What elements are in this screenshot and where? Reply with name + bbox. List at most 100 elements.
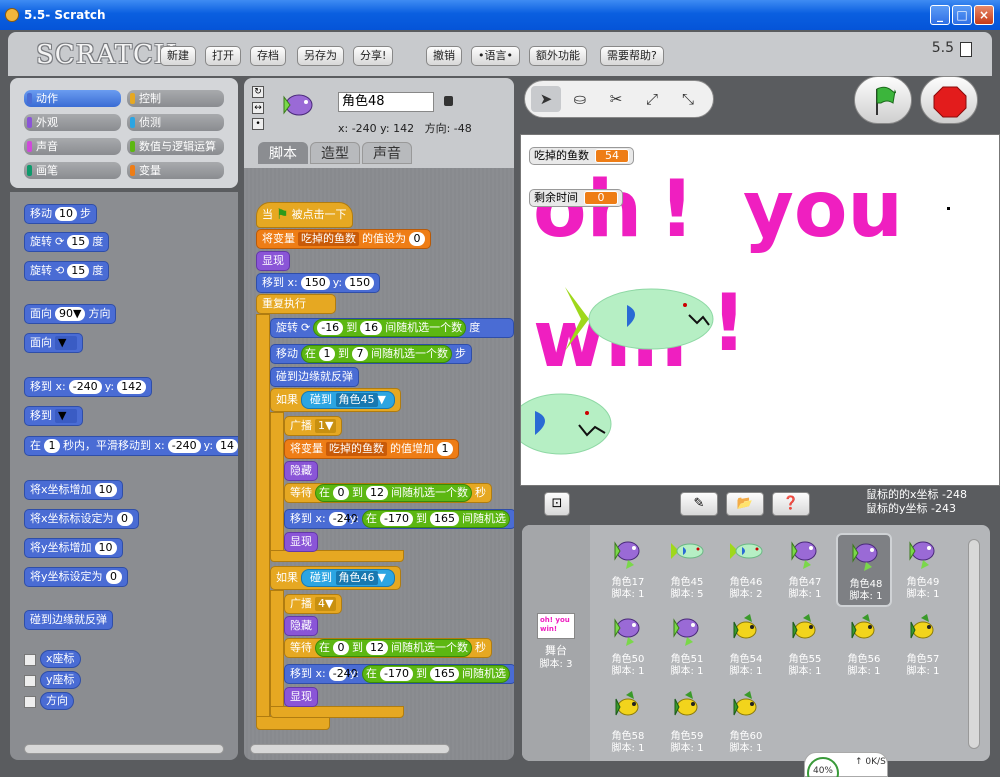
sprite-thumb-角色51[interactable]: 角色51 脚本: 1 <box>659 610 715 684</box>
maximize-button[interactable]: □ <box>952 5 972 25</box>
stop-button[interactable] <box>920 76 978 124</box>
stage[interactable]: oh ! you win ! 吃掉的鱼数54 剩余时间0 <box>520 134 1000 486</box>
category-variables[interactable]: 变量 <box>127 162 224 179</box>
block-bounce-script[interactable]: 碰到边缘就反弹 <box>270 367 359 387</box>
block-move[interactable]: 移动 10 步 <box>24 204 97 224</box>
block-hide-2[interactable]: 隐藏 <box>284 616 318 636</box>
block-turn-random[interactable]: 旋转 ⟳ -16 到 16 间随机选一个数度 <box>270 318 514 338</box>
palette-horizontal-scrollbar[interactable] <box>24 744 224 754</box>
sprite-thumb-角色45[interactable]: 角色45 脚本: 5 <box>659 533 715 607</box>
block-show-1[interactable]: 显现 <box>284 532 318 552</box>
block-change-y[interactable]: 将y坐标增加 10 <box>24 538 123 558</box>
block-goto-random-1[interactable]: 移到 x: -240 y: 在 -170 到 165 间随机选 <box>284 509 514 529</box>
stage-thumbnail[interactable]: oh! you win! 舞台 脚本: 3 <box>522 525 590 761</box>
block-goto-random-2[interactable]: 移到 x: -240 y: 在 -170 到 165 间随机选 <box>284 664 514 684</box>
category-sensing[interactable]: 侦测 <box>127 114 224 131</box>
block-wait-random-1[interactable]: 等待在 0 到 12 间随机选一个数秒 <box>284 483 492 503</box>
block-forever[interactable]: 重复执行 <box>256 294 336 314</box>
block-goto-xy[interactable]: 移到 x: -240 y: 142 <box>24 377 153 397</box>
green-flag-button[interactable] <box>854 76 912 124</box>
duplicate-stamp-icon[interactable]: ⛀ <box>565 86 595 112</box>
block-change-variable[interactable]: 将变量 吃掉的鱼数 的值增加 1 <box>284 439 459 459</box>
direction-checkbox[interactable] <box>24 696 36 708</box>
category-control[interactable]: 控制 <box>127 90 224 107</box>
sprite-thumb-角色56[interactable]: 角色56 脚本: 1 <box>836 610 892 684</box>
lock-icon[interactable] <box>444 96 453 106</box>
block-show-2[interactable]: 显现 <box>284 687 318 707</box>
block-set-x[interactable]: 将x坐标标设定为 0 <box>24 509 139 529</box>
sprite-thumb-角色49[interactable]: 角色49 脚本: 1 <box>895 533 951 607</box>
rotation-full-icon[interactable]: ↻ <box>252 86 264 98</box>
sprite-thumb-角色47[interactable]: 角色47 脚本: 1 <box>777 533 833 607</box>
sprite-thumb-角色57[interactable]: 角色57 脚本: 1 <box>895 610 951 684</box>
sprite-thumb-角色46[interactable]: 角色46 脚本: 2 <box>718 533 774 607</box>
sprite-thumb-角色59[interactable]: 角色59 脚本: 1 <box>659 687 715 761</box>
block-wait-random-2[interactable]: 等待在 0 到 12 间随机选一个数秒 <box>284 638 492 658</box>
category-motion[interactable]: 动作 <box>24 90 121 107</box>
scripts-horizontal-scrollbar[interactable] <box>250 744 450 754</box>
menu-extras-button[interactable]: 额外功能 <box>529 46 587 66</box>
tab-sounds[interactable]: 声音 <box>362 142 412 164</box>
category-operators[interactable]: 数值与逻辑运算 <box>127 138 224 155</box>
block-when-flag-clicked[interactable]: 当 ⚑ 被点击一下 <box>256 202 353 228</box>
block-if-touching-1[interactable]: 如果 碰到 角色45 ▼ <box>270 388 401 412</box>
block-point-direction[interactable]: 面向 90▼ 方向 <box>24 304 117 324</box>
reporter-y-position[interactable]: y座标 <box>40 671 81 689</box>
delete-scissors-icon[interactable]: ✂ <box>601 86 631 112</box>
menu-share-button[interactable]: 分享! <box>353 46 394 66</box>
block-if-touching-2[interactable]: 如果 碰到 角色46 ▼ <box>270 566 401 590</box>
monitor-time-left[interactable]: 剩余时间 0 <box>529 189 623 207</box>
menu-save-button[interactable]: 存档 <box>250 46 286 66</box>
rotation-none-icon[interactable]: • <box>252 118 264 130</box>
menu-language-button[interactable]: •语言• <box>471 46 520 66</box>
block-change-x[interactable]: 将x坐标增加 10 <box>24 480 123 500</box>
grow-icon[interactable]: ⤢ <box>637 86 667 112</box>
block-move-random[interactable]: 移动在 1 到 7 间随机选一个数步 <box>270 344 472 364</box>
block-set-y[interactable]: 将y坐标设定为 0 <box>24 567 128 587</box>
surprise-sprite-icon[interactable]: ❓ <box>772 492 810 516</box>
tab-scripts[interactable]: 脚本 <box>258 142 308 164</box>
block-goto-xy-script[interactable]: 移到 x: 150 y: 150 <box>256 273 381 293</box>
block-broadcast-2[interactable]: 广播 4▼ <box>284 594 343 614</box>
block-bounce[interactable]: 碰到边缘就反弹 <box>24 610 113 630</box>
menu-new-button[interactable]: 新建 <box>160 46 196 66</box>
choose-sprite-file-icon[interactable]: 📂 <box>726 492 764 516</box>
close-button[interactable]: × <box>974 5 994 25</box>
sprite-thumb-角色60[interactable]: 角色60 脚本: 1 <box>718 687 774 761</box>
rotation-flip-icon[interactable]: ↔ <box>252 102 264 114</box>
sprite-thumb-角色50[interactable]: 角色50 脚本: 1 <box>600 610 656 684</box>
sprite-list-scrollbar[interactable] <box>968 539 980 749</box>
x-position-checkbox[interactable] <box>24 654 36 666</box>
block-glide[interactable]: 在 1 秒内，平滑移动到 x: -240 y: 14 <box>24 436 238 456</box>
document-icon[interactable] <box>960 42 972 57</box>
sprite-thumb-角色48[interactable]: 角色48 脚本: 1 <box>836 533 892 607</box>
minimize-button[interactable]: _ <box>930 5 950 25</box>
arrow-tool-icon[interactable]: ➤ <box>531 86 561 112</box>
reporter-direction[interactable]: 方向 <box>40 692 74 710</box>
y-position-checkbox[interactable] <box>24 675 36 687</box>
green-fish-sprite-2[interactable] <box>521 391 631 457</box>
block-point-towards[interactable]: 面向 ▼ <box>24 333 83 353</box>
block-turn-ccw[interactable]: 旋转 ⟲ 15 度 <box>24 261 110 281</box>
sprite-thumb-角色55[interactable]: 角色55 脚本: 1 <box>777 610 833 684</box>
paint-new-sprite-icon[interactable]: ✎ <box>680 492 718 516</box>
sprite-name-field[interactable]: 角色48 <box>338 92 434 112</box>
block-goto[interactable]: 移到 ▼ <box>24 406 83 426</box>
reporter-x-position[interactable]: x座标 <box>40 650 81 668</box>
block-turn-cw[interactable]: 旋转 ⟳ 15 度 <box>24 232 110 252</box>
sprite-thumb-角色54[interactable]: 角色54 脚本: 1 <box>718 610 774 684</box>
green-fish-sprite[interactable] <box>561 283 721 355</box>
tab-costumes[interactable]: 造型 <box>310 142 360 164</box>
menu-save-as-button[interactable]: 另存为 <box>297 46 344 66</box>
sprite-thumb-角色58[interactable]: 角色58 脚本: 1 <box>600 687 656 761</box>
monitor-fish-eaten[interactable]: 吃掉的鱼数 54 <box>529 147 634 165</box>
menu-open-button[interactable]: 打开 <box>205 46 241 66</box>
category-looks[interactable]: 外观 <box>24 114 121 131</box>
menu-help-button[interactable]: 需要帮助? <box>600 46 664 66</box>
block-set-variable[interactable]: 将变量 吃掉的鱼数 的值设为 0 <box>256 229 431 249</box>
block-hide-1[interactable]: 隐藏 <box>284 461 318 481</box>
category-sound[interactable]: 声音 <box>24 138 121 155</box>
menu-undo-button[interactable]: 撤销 <box>426 46 462 66</box>
presentation-mode-icon[interactable]: ⊡ <box>544 492 570 516</box>
shrink-icon[interactable]: ⤡ <box>673 86 703 112</box>
